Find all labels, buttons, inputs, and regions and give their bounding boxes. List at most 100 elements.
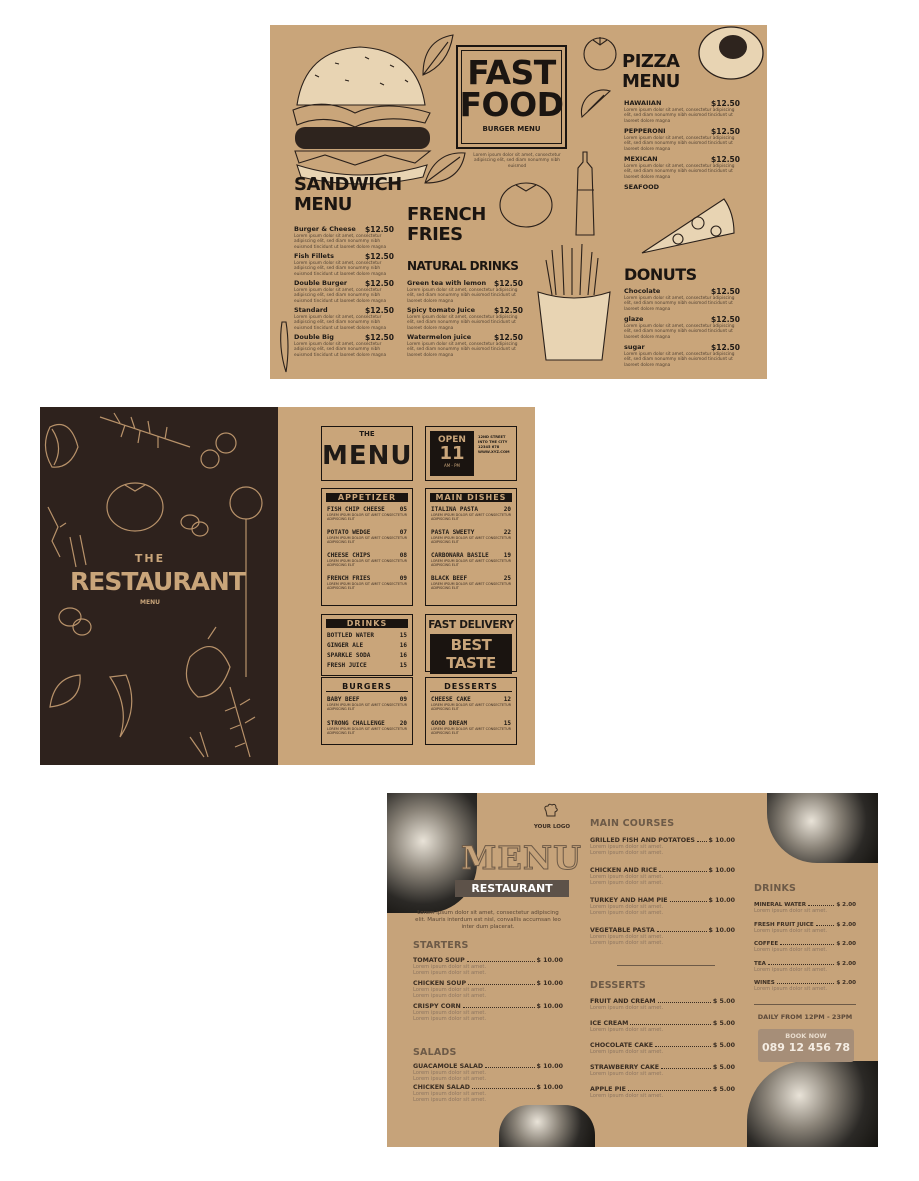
list-item: CRISPY CORN $ 10.00 Lorem ipsum dolor sit …	[413, 1003, 563, 1022]
ketchup-bottle-illustration	[575, 151, 595, 236]
header-title: MENU	[322, 441, 413, 471]
drinks-title: DRINKS	[326, 619, 408, 628]
list-item: STRONG CHALLENGE 20 LOREM IPSUM DOLOR SIT …	[327, 720, 407, 735]
food-photo-bottom-right	[747, 1061, 878, 1147]
appetizer-section: APPETIZER FISH CHIP CHEESE 05 LOREM IPSUM …	[321, 488, 413, 606]
drinks-list: MINERAL WATER $ 2.00 Lorem ipsum dolor sit…	[754, 902, 856, 1000]
main-courses-list: GRILLED FISH AND POTATOES $ 10.00 Lorem ip…	[590, 837, 735, 957]
restaurant-menu: THE RESTAURANT MENU THE MENU APPETIZER F…	[40, 407, 535, 765]
list-item: TURKEY AND HAM PIE $ 10.00 Lorem ipsum dol…	[590, 897, 735, 916]
desserts-list: FRUIT AND CREAM $ 5.00 Lorem ipsum dolor s…	[590, 998, 735, 1108]
list-item: FRESH FRUIT JUICE $ 2.00 Lorem ipsum dolor…	[754, 921, 856, 934]
list-item: CHOCOLATE CAKE $ 5.00 Lorem ipsum dolor si…	[590, 1042, 735, 1055]
logo-description: Lorem ipsum dolor sit amet, consectetur …	[473, 153, 561, 169]
list-item: VEGETABLE PASTA $ 10.00 Lorem ipsum dolor …	[590, 927, 735, 946]
fast-food-logo: FAST FOOD BURGER MENU	[456, 45, 567, 149]
drinks-title: NATURAL DRINKS	[407, 259, 519, 273]
restaurant-menu-photo: YOUR LOGO MENU RESTAURANT Lorem ipsum do…	[387, 793, 878, 1147]
book-now-button[interactable]: BOOK NOW 089 12 456 78	[758, 1029, 854, 1062]
list-item: FRESH JUICE 15	[327, 662, 407, 669]
sandwich-title-line1: SANDWICH	[294, 174, 402, 195]
starters-list: TOMATO SOUP $ 10.00 Lorem ipsum dolor sit …	[413, 957, 563, 1026]
food-photo-bottom	[499, 1105, 595, 1147]
list-item: STRAWBERRY CAKE $ 5.00 Lorem ipsum dolor s…	[590, 1064, 735, 1077]
list-item: Green tea with lemon $12.50 Lorem ipsum do…	[407, 279, 523, 304]
promo-line1: FAST DELIVERY	[428, 619, 514, 631]
sandwich-list: Burger & Cheese $12.50 Lorem ipsum dolor s…	[294, 225, 394, 360]
phone-number: 089 12 456 78	[761, 1041, 851, 1054]
burgers-section: BURGERS BABY BEEF 09 LOREM IPSUM DOLOR SIT…	[321, 677, 413, 745]
list-item: FISH CHIP CHEESE 05 LOREM IPSUM DOLOR SIT …	[327, 506, 407, 521]
donuts-title: DONUTS	[624, 265, 697, 284]
donuts-list: Chocolate $12.50 Lorem ipsum dolor sit ame…	[624, 287, 740, 371]
lemon-slice-illustration	[580, 89, 612, 119]
list-item: BLACK BEEF 25 LOREM IPSUM DOLOR SIT AMET C…	[431, 575, 511, 590]
desserts-section: DESSERTS CHEESE CAKE 12 LOREM IPSUM DOLOR …	[425, 677, 517, 745]
list-item: MEXICAN $12.50 Lorem ipsum dolor sit amet,…	[624, 155, 740, 180]
appetizer-title: APPETIZER	[326, 493, 408, 502]
list-item: CHEESE CAKE 12 LOREM IPSUM DOLOR SIT AMET …	[431, 696, 511, 711]
open-hours: OPEN 11 AM - PM 12ND STREET INTO THE CIT…	[425, 426, 517, 481]
divider	[754, 1004, 856, 1005]
cover-subtitle: MENU	[140, 599, 160, 606]
drinks-section: DRINKS BOTTLED WATER 15 GINGER ALE 16 SPAR…	[321, 614, 413, 676]
list-item: WINES $ 2.00 Lorem ipsum dolor sit amet.	[754, 980, 856, 992]
leaf-illustration	[424, 152, 466, 184]
list-item: GINGER ALE 16	[327, 642, 407, 649]
burgers-title: BURGERS	[326, 682, 408, 692]
chef-hat-icon	[544, 803, 558, 817]
chili-illustration	[280, 321, 289, 373]
list-item: TEA $ 2.00 Lorem ipsum dolor sit amet.	[754, 960, 856, 973]
main-courses-title: MAIN COURSES	[590, 818, 675, 829]
main-dishes-title: MAIN DISHES	[430, 493, 512, 502]
list-item: sugar $12.50 Lorem ipsum dolor sit amet, c…	[624, 343, 740, 368]
fast-food-menu: FAST FOOD BURGER MENU Lorem ipsum dolor …	[270, 25, 767, 379]
list-item: TOMATO SOUP $ 10.00 Lorem ipsum dolor sit …	[413, 957, 563, 976]
cover-title: RESTAURANT	[70, 567, 246, 596]
restaurant-banner: RESTAURANT	[455, 880, 569, 897]
list-item: CARBONARA BASILE 19 LOREM IPSUM DOLOR SIT …	[431, 552, 511, 567]
list-item: GRILLED FISH AND POTATOES $ 10.00 Lorem ip…	[590, 837, 735, 856]
promo-box: FAST DELIVERY BEST TASTE	[425, 614, 517, 674]
desserts-title: DESSERTS	[590, 980, 646, 991]
divider	[617, 965, 715, 966]
logo-line2: FOOD	[459, 85, 564, 124]
cover-panel: THE RESTAURANT MENU	[40, 407, 278, 765]
book-now-label: BOOK NOW	[785, 1032, 827, 1040]
list-item: glaze $12.50 Lorem ipsum dolor sit amet, c…	[624, 315, 740, 340]
list-item: FRUIT AND CREAM $ 5.00 Lorem ipsum dolor s…	[590, 998, 735, 1011]
sandwich-title-line2: MENU	[294, 194, 352, 215]
list-item: POTATO WEDGE 07 LOREM IPSUM DOLOR SIT AMET…	[327, 529, 407, 544]
promo-line2: BEST TASTE	[430, 634, 512, 674]
list-item: Chocolate $12.50 Lorem ipsum dolor sit ame…	[624, 287, 740, 312]
header-the: THE	[359, 430, 375, 438]
your-logo: YOUR LOGO	[533, 824, 571, 830]
tomato-illustration	[499, 182, 553, 228]
intro-text: Lorem ipsum dolor sit amet, consectetur …	[415, 910, 561, 930]
list-item: Spicy tomato Juice $12.50 Lorem ipsum dolo…	[407, 306, 523, 331]
menu-title: MENU	[461, 839, 582, 878]
food-photo-top-right	[767, 793, 878, 863]
list-item: CHICKEN SALAD $ 10.00 Lorem ipsum dolor si…	[413, 1084, 563, 1103]
leaf-illustration	[422, 34, 454, 76]
list-item: FRENCH FRIES 09 LOREM IPSUM DOLOR SIT AMET…	[327, 575, 407, 590]
main-dishes-section: MAIN DISHES ITALINA PASTA 20 LOREM IPSUM D…	[425, 488, 517, 606]
list-item: ITALINA PASTA 20 LOREM IPSUM DOLOR SIT AME…	[431, 506, 511, 521]
starters-title: STARTERS	[413, 940, 469, 951]
open-badge: OPEN 11 AM - PM	[430, 431, 474, 476]
list-item: ICE CREAM $ 5.00 Lorem ipsum dolor sit ame…	[590, 1020, 735, 1033]
list-item: BABY BEEF 09 LOREM IPSUM DOLOR SIT AMET CO…	[327, 696, 407, 711]
list-item: Watermelon juice $12.50 Lorem ipsum dolor …	[407, 333, 523, 358]
list-item: Fish Fillets $12.50 Lorem ipsum dolor sit …	[294, 252, 394, 277]
list-item: GUACAMOLE SALAD $ 10.00 Lorem ipsum dolor …	[413, 1063, 563, 1082]
desserts-title: DESSERTS	[430, 682, 512, 692]
list-item: SPARKLE SODA 16	[327, 652, 407, 659]
list-item: COFFEE $ 2.00 Lorem ipsum dolor sit amet.	[754, 941, 856, 953]
fries-illustration	[537, 243, 611, 361]
list-item: GOOD DREAM 15 LOREM IPSUM DOLOR SIT AMET C…	[431, 720, 511, 735]
address: 12ND STREET INTO THE CITY 12345 678 WWW.…	[478, 435, 510, 454]
list-item: Double Big $12.50 Lorem ipsum dolor sit am…	[294, 333, 394, 358]
cover-the: THE	[134, 552, 166, 565]
fries-title-line2: FRIES	[407, 224, 463, 245]
list-item: APPLE PIE $ 5.00 Lorem ipsum dolor sit ame…	[590, 1086, 735, 1099]
